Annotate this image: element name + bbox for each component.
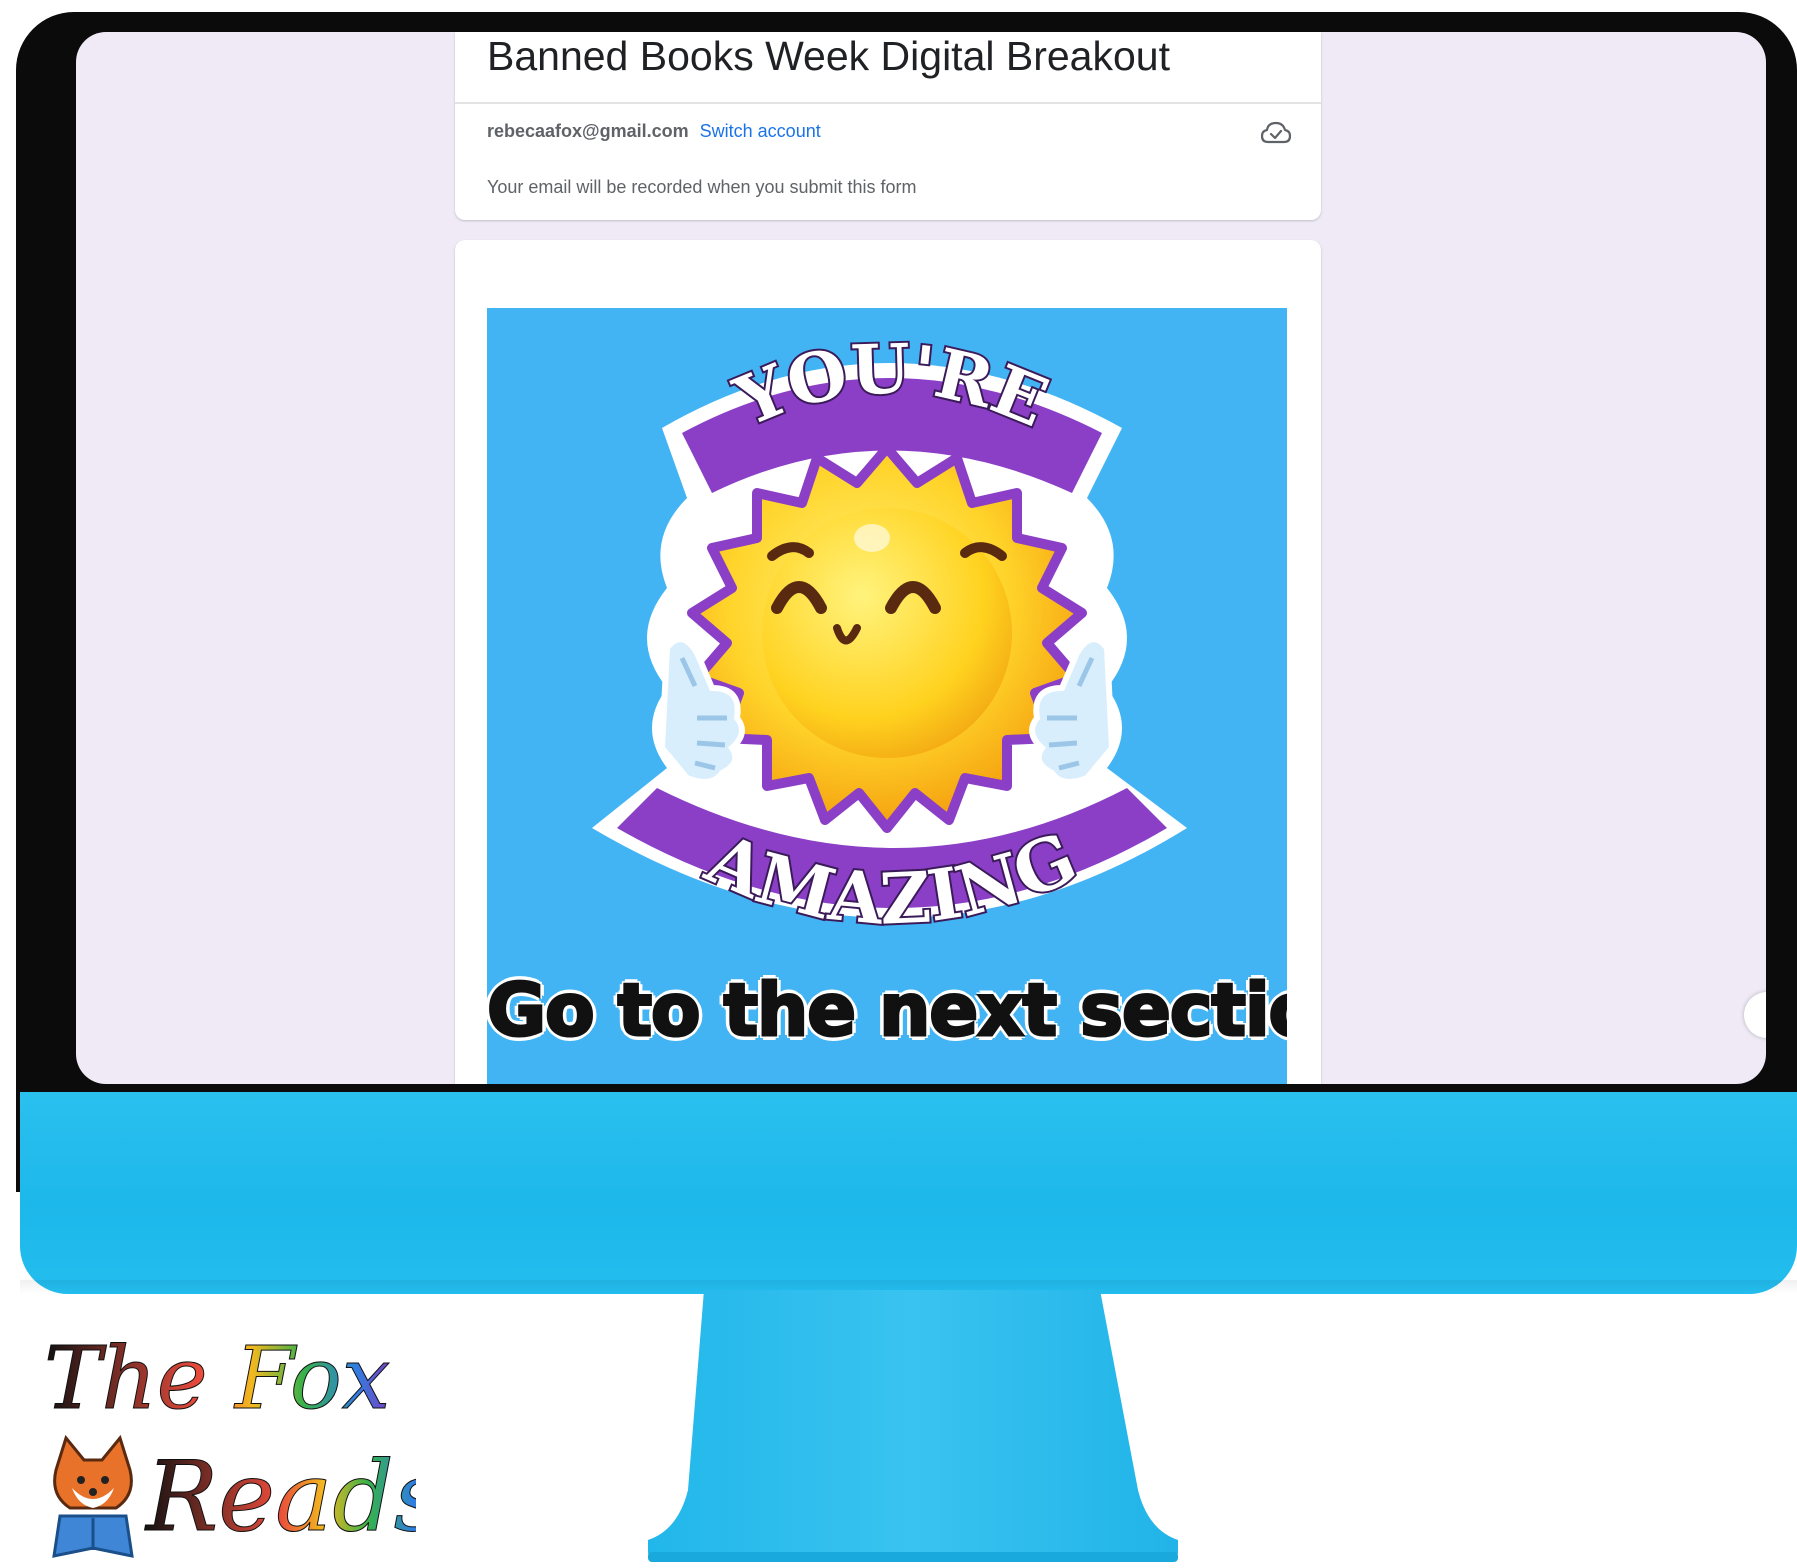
monitor-screen: Banned Books Week Digital Breakout rebec… <box>76 32 1766 1084</box>
scroll-handle[interactable] <box>1744 992 1766 1038</box>
account-row: rebecaafox@gmail.com Switch account <box>487 120 821 142</box>
form-image-card: YOU'RE AMAZING Go to the next section <box>455 240 1321 1084</box>
the-fox-reads-logo: The Fox Reads <box>44 1329 416 1558</box>
account-email: rebecaafox@gmail.com <box>487 121 689 141</box>
logo-line2: Reads <box>144 1441 416 1553</box>
monitor-stand <box>648 1290 1178 1562</box>
google-form: Banned Books Week Digital Breakout rebec… <box>455 32 1321 1084</box>
form-title: Banned Books Week Digital Breakout <box>487 33 1170 79</box>
cloud-saved-icon <box>1261 121 1291 144</box>
youre-amazing-image: YOU'RE AMAZING Go to the next section <box>487 308 1287 1084</box>
go-to-next-section-caption: Go to the next section <box>487 967 1287 1054</box>
logo-line1: The Fox <box>44 1329 390 1429</box>
form-header-card: Banned Books Week Digital Breakout rebec… <box>455 32 1321 220</box>
fox-mascot-icon <box>52 1434 134 1558</box>
switch-account-link[interactable]: Switch account <box>700 121 821 141</box>
monitor-chin <box>20 1092 1797 1294</box>
header-divider <box>455 102 1321 104</box>
email-record-notice: Your email will be recorded when you sub… <box>487 177 917 197</box>
